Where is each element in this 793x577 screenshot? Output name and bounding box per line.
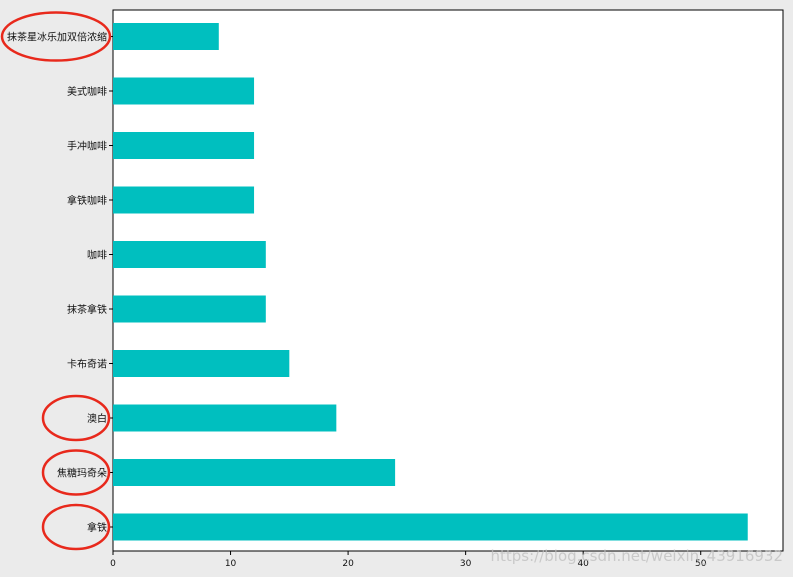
x-tick-label: 40: [577, 559, 589, 569]
bar-8: [113, 459, 396, 486]
bar-2: [113, 132, 255, 159]
bar-9: [113, 513, 748, 541]
y-tick-label: 抹茶星冰乐加双倍浓缩: [7, 31, 107, 44]
y-tick-label: 澳白: [87, 412, 107, 425]
x-tick-label: 50: [695, 559, 707, 569]
bar-5: [113, 295, 266, 323]
y-tick-label: 咖啡: [87, 250, 107, 262]
y-tick-label: 拿铁咖啡: [67, 194, 107, 207]
bar-6: [113, 350, 290, 377]
y-axis: 抹茶星冰乐加双倍浓缩美式咖啡手冲咖啡拿铁咖啡咖啡抹茶拿铁卡布奇诺澳白焦糖玛奇朵拿…: [7, 31, 113, 534]
bar-chart: 抹茶星冰乐加双倍浓缩美式咖啡手冲咖啡拿铁咖啡咖啡抹茶拿铁卡布奇诺澳白焦糖玛奇朵拿…: [0, 0, 793, 573]
y-tick-label: 卡布奇诺: [67, 358, 107, 371]
y-tick-label: 拿铁: [87, 521, 107, 534]
x-tick-label: 0: [110, 559, 116, 569]
bar-0: [113, 23, 219, 50]
bar-3: [113, 186, 255, 214]
y-tick-label: 焦糖玛奇朵: [57, 467, 107, 480]
y-tick-label: 抹茶拿铁: [67, 303, 107, 316]
chart-svg: 抹茶星冰乐加双倍浓缩美式咖啡手冲咖啡拿铁咖啡咖啡抹茶拿铁卡布奇诺澳白焦糖玛奇朵拿…: [0, 9, 784, 569]
bar-4: [113, 241, 266, 268]
bar-7: [113, 404, 337, 432]
x-tick-label: 30: [460, 559, 472, 569]
bar-1: [113, 77, 255, 105]
y-tick-label: 美式咖啡: [67, 85, 107, 98]
x-tick-label: 20: [342, 559, 354, 569]
x-tick-label: 10: [225, 559, 237, 569]
x-axis: 0 10 20 30 40 50: [110, 551, 707, 569]
y-tick-label: 手冲咖啡: [67, 140, 107, 153]
